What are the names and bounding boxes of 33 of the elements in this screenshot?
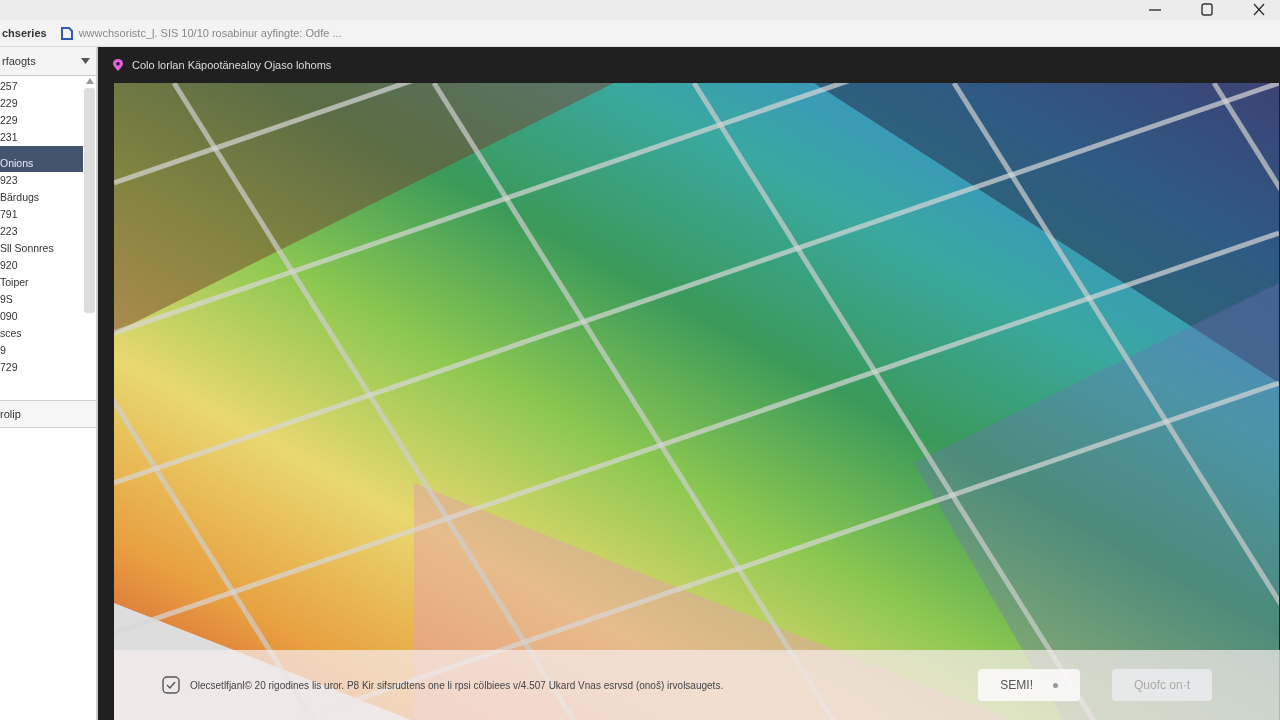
pin-icon bbox=[112, 58, 124, 72]
list-item[interactable]: 923 bbox=[0, 172, 83, 189]
scrollbar-thumb[interactable] bbox=[84, 88, 95, 313]
dot-icon bbox=[1052, 682, 1058, 688]
viewer-title: Colo lorlan Käpootänealoy Ojaso lohoms bbox=[132, 59, 332, 71]
list-item[interactable]: 9S bbox=[0, 291, 83, 308]
list-item[interactable]: 090 bbox=[0, 308, 83, 325]
list-item[interactable]: 229 bbox=[0, 112, 83, 129]
list-item[interactable]: 729 bbox=[0, 359, 83, 376]
dropdown[interactable]: rfaogts bbox=[0, 47, 96, 76]
list-item[interactable]: 229 bbox=[0, 95, 83, 112]
list-item[interactable]: Toiper bbox=[0, 274, 83, 291]
caret-icon bbox=[81, 58, 90, 64]
checkbox[interactable] bbox=[162, 676, 180, 694]
list-item[interactable]: Onions bbox=[0, 146, 83, 172]
scroll-up-icon[interactable] bbox=[85, 78, 94, 84]
maximize-icon[interactable] bbox=[1200, 3, 1214, 17]
sidebar-footer[interactable]: rolip bbox=[0, 400, 96, 428]
list-item[interactable]: 791 bbox=[0, 206, 83, 223]
notice-text: Olecsetlfjanl© 20 rigodines lis uror. P8 Kir sifsrudtens one li rpsi cölbiees v/4.507 Ukard Vnas esrvsd (onoš) irvolsaugets. bbox=[190, 679, 724, 691]
list-item[interactable]: 257 bbox=[0, 78, 83, 95]
action-button[interactable]: SEMI! bbox=[978, 669, 1080, 701]
address-text: wwwchsoristc_ļ. SIS 10/10 rosabinur ayfingte: Odfe ... bbox=[78, 27, 342, 39]
list-item[interactable]: 223 bbox=[0, 223, 83, 240]
document-icon bbox=[60, 26, 73, 40]
list-item[interactable]: 9 bbox=[0, 342, 83, 359]
close-icon[interactable] bbox=[1252, 3, 1266, 17]
tab-title[interactable]: chseries bbox=[0, 27, 47, 39]
list-item[interactable]: Bärdugs bbox=[0, 189, 83, 206]
list-item[interactable]: Sll Sonnres bbox=[0, 240, 83, 257]
list-item[interactable]: sces bbox=[0, 325, 83, 342]
list-item[interactable]: 231 bbox=[0, 129, 83, 146]
list-item[interactable]: 920 bbox=[0, 257, 83, 274]
